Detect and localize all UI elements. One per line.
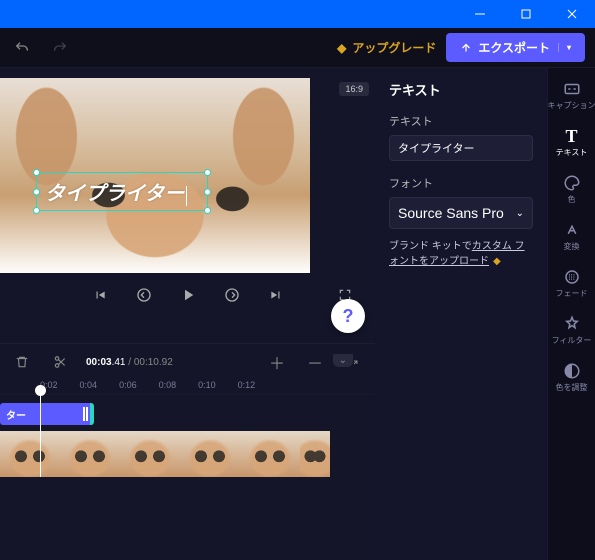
caption-icon: [563, 80, 581, 98]
ruler-tick: 0:12: [238, 380, 256, 390]
palette-icon: [563, 174, 581, 192]
step-forward-icon[interactable]: [220, 283, 244, 307]
timeline-tracks[interactable]: ター: [0, 395, 375, 477]
text-field-label: テキスト: [389, 113, 533, 129]
redo-icon[interactable]: [48, 36, 72, 60]
brand-kit-hint: ブランド キットでカスタム フォントをアップロード◆: [389, 239, 533, 269]
zoom-in-icon[interactable]: ＋: [265, 350, 289, 374]
properties-panel: テキスト テキスト フォント Source Sans Pro ⌄ ブランド キッ…: [375, 68, 547, 560]
fade-icon: [563, 268, 581, 286]
resize-handle[interactable]: [33, 207, 40, 214]
panel-title: テキスト: [389, 80, 533, 99]
clip-thumbnail: [0, 431, 60, 477]
diamond-icon: ◆: [337, 41, 346, 55]
sidebar-item-caption[interactable]: キャプション: [548, 74, 595, 117]
delete-icon[interactable]: [10, 350, 34, 374]
clip-thumbnail: [180, 431, 240, 477]
window-maximize-button[interactable]: [503, 0, 549, 28]
timecode-display: 00:03.41 / 00:10.92: [86, 357, 173, 368]
resize-handle[interactable]: [204, 207, 211, 214]
chevron-down-icon: ▾: [558, 43, 571, 52]
play-button[interactable]: [176, 283, 200, 307]
filter-icon: [563, 315, 581, 333]
resize-handle[interactable]: [33, 188, 40, 195]
aspect-ratio-badge[interactable]: 16:9: [339, 82, 369, 96]
upgrade-button[interactable]: ◆ アップグレード: [337, 39, 436, 56]
help-button[interactable]: ?: [331, 299, 365, 333]
text-icon: T: [563, 127, 581, 145]
skip-start-icon[interactable]: [88, 283, 112, 307]
clip-thumbnail: [300, 431, 330, 477]
ruler-tick: 0:04: [80, 380, 98, 390]
undo-icon[interactable]: [10, 36, 34, 60]
text-content-input[interactable]: [389, 135, 533, 161]
font-select[interactable]: Source Sans Pro ⌄: [389, 197, 533, 229]
window-close-button[interactable]: [549, 0, 595, 28]
clip-thumbnail: [240, 431, 300, 477]
collapse-icon[interactable]: ⌄: [333, 354, 353, 367]
split-icon[interactable]: [48, 350, 72, 374]
sidebar-item-text[interactable]: T テキスト: [548, 121, 595, 164]
sidebar-item-filter[interactable]: フィルター: [548, 309, 595, 352]
upgrade-label: アップグレード: [352, 39, 436, 56]
timeline-ruler[interactable]: 0:02 0:04 0:06 0:08 0:10 0:12: [0, 380, 375, 395]
top-toolbar: ◆ アップグレード エクスポート ▾: [0, 28, 595, 68]
video-track[interactable]: [0, 431, 375, 477]
ruler-tick: 0:06: [119, 380, 137, 390]
export-label: エクスポート: [478, 39, 550, 56]
sidebar-item-transform[interactable]: 変換: [548, 215, 595, 258]
sidebar-item-fade[interactable]: フェード: [548, 262, 595, 305]
ruler-tick: 0:08: [159, 380, 177, 390]
skip-end-icon[interactable]: [264, 283, 288, 307]
sidebar-item-adjust[interactable]: 色を調整: [548, 356, 595, 399]
sidebar-item-color[interactable]: 色: [548, 168, 595, 211]
window-minimize-button[interactable]: [457, 0, 503, 28]
clip-thumbnail: [60, 431, 120, 477]
chevron-down-icon: ⌄: [516, 208, 524, 219]
zoom-out-icon[interactable]: －: [303, 350, 327, 374]
adjust-icon: [563, 362, 581, 380]
window-titlebar: [0, 0, 595, 28]
upload-icon: [460, 42, 472, 54]
resize-handle[interactable]: [204, 188, 211, 195]
text-overlay-box[interactable]: タイプライター: [36, 172, 208, 211]
right-sidebar: キャプション T テキスト 色 変換 フェード フィルター 色を調整: [547, 68, 595, 560]
video-preview[interactable]: タイプライター: [0, 78, 310, 273]
export-button[interactable]: エクスポート ▾: [446, 33, 585, 62]
timeline-toolbar: 00:03.41 / 00:10.92 ＋ －: [0, 343, 375, 380]
clip-thumbnail: [120, 431, 180, 477]
resize-handle[interactable]: [33, 169, 40, 176]
ruler-tick: 0:10: [198, 380, 216, 390]
transform-icon: [563, 221, 581, 239]
playhead[interactable]: [40, 395, 41, 477]
diamond-icon: ◆: [493, 256, 501, 267]
text-clip[interactable]: ター: [0, 403, 94, 425]
font-field-label: フォント: [389, 175, 533, 191]
step-back-icon[interactable]: [132, 283, 156, 307]
overlay-text: タイプライター: [45, 183, 184, 205]
resize-handle[interactable]: [204, 169, 211, 176]
editor-main: 16:9 タイプライター ? ⌄: [0, 68, 375, 560]
playback-controls: ?: [0, 273, 375, 317]
